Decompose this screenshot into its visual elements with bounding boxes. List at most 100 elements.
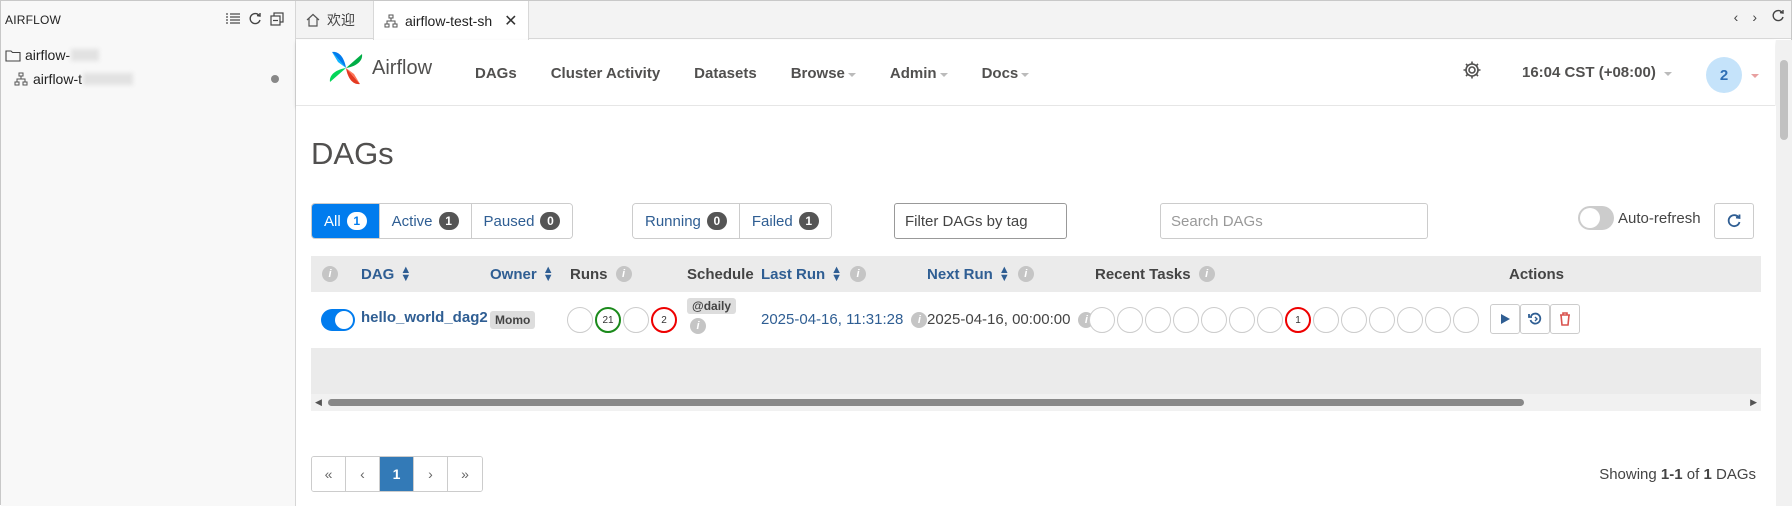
tab-airflow-test[interactable]: airflow-test-sh ✕ xyxy=(373,1,529,40)
tree-item-folder[interactable]: airflow- xyxy=(1,43,295,67)
task-state[interactable] xyxy=(1145,307,1171,333)
task-state[interactable] xyxy=(1201,307,1227,333)
info-icon: i xyxy=(1017,266,1034,282)
task-state[interactable] xyxy=(1425,307,1451,333)
dag-link[interactable]: hello_world_dag2 xyxy=(361,309,488,326)
task-state[interactable] xyxy=(1397,307,1423,333)
status-filter-group: All 1 Active 1 Paused 0 xyxy=(311,203,574,239)
first-page-button[interactable]: « xyxy=(312,457,346,491)
column-dag[interactable]: DAG ▲ ▼ xyxy=(361,256,411,292)
schedule-tag[interactable]: @daily xyxy=(687,298,737,314)
refresh-icon xyxy=(1727,214,1741,228)
runs-circles: 21 2 xyxy=(567,307,679,333)
task-state[interactable] xyxy=(1453,307,1479,333)
auto-refresh-switch[interactable] xyxy=(1578,206,1614,230)
column-actions: Actions xyxy=(1509,265,1565,283)
task-state[interactable] xyxy=(1369,307,1395,333)
play-icon xyxy=(1501,314,1510,324)
close-icon[interactable]: ✕ xyxy=(504,11,517,31)
sort-icon: ▲ ▼ xyxy=(400,264,412,284)
refresh-dag-button[interactable] xyxy=(1520,304,1550,334)
run-state-queued[interactable] xyxy=(567,307,593,333)
reload-icon xyxy=(1528,312,1542,325)
airflow-navbar: Airflow DAGs Cluster Activity Datasets B… xyxy=(296,40,1775,106)
list-icon[interactable] xyxy=(225,11,241,27)
task-state[interactable] xyxy=(1089,307,1115,333)
task-state[interactable] xyxy=(1173,307,1199,333)
sidebar-toolbar xyxy=(225,11,285,27)
owner-tag[interactable]: Momo xyxy=(490,311,536,329)
task-state[interactable] xyxy=(1341,307,1367,333)
refresh-icon[interactable] xyxy=(247,11,263,27)
reload-icon[interactable] xyxy=(1771,9,1785,26)
task-state[interactable] xyxy=(1117,307,1143,333)
results-summary: Showing 1-1 of 1 DAGs xyxy=(1599,466,1756,483)
home-icon xyxy=(306,13,320,27)
table-scrollbar[interactable]: ◀ ▶ xyxy=(311,394,1761,411)
task-state[interactable] xyxy=(1229,307,1255,333)
trigger-dag-button[interactable] xyxy=(1490,304,1520,334)
filter-running-button[interactable]: Running 0 xyxy=(633,204,740,238)
prev-page-button[interactable]: ‹ xyxy=(346,457,380,491)
menu-docs[interactable]: Docs xyxy=(982,65,1030,82)
task-state[interactable] xyxy=(1257,307,1283,333)
menu-cluster-activity[interactable]: Cluster Activity xyxy=(551,65,660,82)
tab-welcome[interactable]: 欢迎 xyxy=(296,1,365,39)
tab-label: 欢迎 xyxy=(327,12,355,28)
next-page-button[interactable]: › xyxy=(414,457,448,491)
auto-refresh-toggle[interactable]: Auto-refresh xyxy=(1578,206,1701,230)
scroll-right-icon[interactable]: ▶ xyxy=(1750,397,1757,408)
tag-filter-input[interactable]: Filter DAGs by tag xyxy=(894,203,1067,239)
scrollbar-thumb[interactable] xyxy=(328,399,1524,406)
column-last-run[interactable]: Last Run ▲ ▼ i xyxy=(761,256,867,292)
brand-name: Airflow xyxy=(372,56,433,79)
count-badge: 1 xyxy=(346,212,367,230)
filter-all-button[interactable]: All 1 xyxy=(312,204,380,238)
redacted-text xyxy=(83,73,134,85)
chevron-left-icon[interactable]: ‹ xyxy=(1734,9,1739,26)
tree-item-connection[interactable]: airflow-t xyxy=(1,67,295,91)
last-page-button[interactable]: » xyxy=(448,457,482,491)
task-state[interactable] xyxy=(1313,307,1339,333)
search-input[interactable]: Search DAGs xyxy=(1160,203,1428,239)
column-next-run[interactable]: Next Run ▲ ▼ i xyxy=(927,256,1034,292)
airflow-logo[interactable]: Airflow xyxy=(326,48,432,88)
filter-active-button[interactable]: Active 1 xyxy=(379,204,472,238)
chevron-right-icon[interactable]: › xyxy=(1752,9,1757,26)
delete-dag-button[interactable] xyxy=(1550,304,1580,334)
column-owner[interactable]: Owner ▲ ▼ xyxy=(490,256,554,292)
refresh-button[interactable] xyxy=(1714,203,1754,239)
run-state-running[interactable] xyxy=(623,307,649,333)
last-run-link[interactable]: 2025-04-16, 11:31:28 xyxy=(761,311,903,328)
page-1-button[interactable]: 1 xyxy=(380,457,414,491)
menu-dags[interactable]: DAGs xyxy=(475,65,517,82)
page-scrollbar[interactable] xyxy=(1776,40,1792,506)
menu-admin[interactable]: Admin xyxy=(890,65,948,82)
filter-paused-button[interactable]: Paused 0 xyxy=(471,204,573,238)
column-schedule: Schedule xyxy=(687,265,754,283)
dag-pause-toggle[interactable] xyxy=(321,309,355,331)
menu-browse[interactable]: Browse xyxy=(791,65,856,82)
scrollbar-thumb[interactable] xyxy=(1780,60,1788,140)
task-state-failed[interactable]: 1 xyxy=(1285,307,1311,333)
filter-failed-button[interactable]: Failed 1 xyxy=(739,204,831,238)
pinwheel-icon xyxy=(329,51,363,85)
run-state-success[interactable]: 21 xyxy=(595,307,621,333)
scroll-left-icon[interactable]: ◀ xyxy=(315,397,322,408)
count-badge: 0 xyxy=(706,212,727,230)
info-icon: i xyxy=(911,311,928,328)
next-run-value: 2025-04-16, 00:00:00 xyxy=(927,311,1071,328)
collapse-all-icon[interactable] xyxy=(269,11,285,27)
count-badge: 0 xyxy=(540,212,561,230)
recent-tasks-circles: 1 xyxy=(1089,307,1481,333)
tree-item-label: airflow- xyxy=(25,47,71,63)
menu-datasets[interactable]: Datasets xyxy=(694,65,757,82)
gear-icon[interactable] xyxy=(1462,60,1482,85)
avatar[interactable]: 2 xyxy=(1706,57,1742,93)
run-filter-group: Running 0 Failed 1 xyxy=(632,203,832,239)
pagination: « ‹ 1 › » xyxy=(311,456,483,492)
sidebar-title: AIRFLOW xyxy=(5,13,62,27)
editor-tabbar: 欢迎 airflow-test-sh ✕ ‹ › xyxy=(296,1,1791,40)
timezone-dropdown[interactable]: 16:04 CST (+08:00) xyxy=(1522,64,1672,81)
run-state-failed[interactable]: 2 xyxy=(651,307,677,333)
